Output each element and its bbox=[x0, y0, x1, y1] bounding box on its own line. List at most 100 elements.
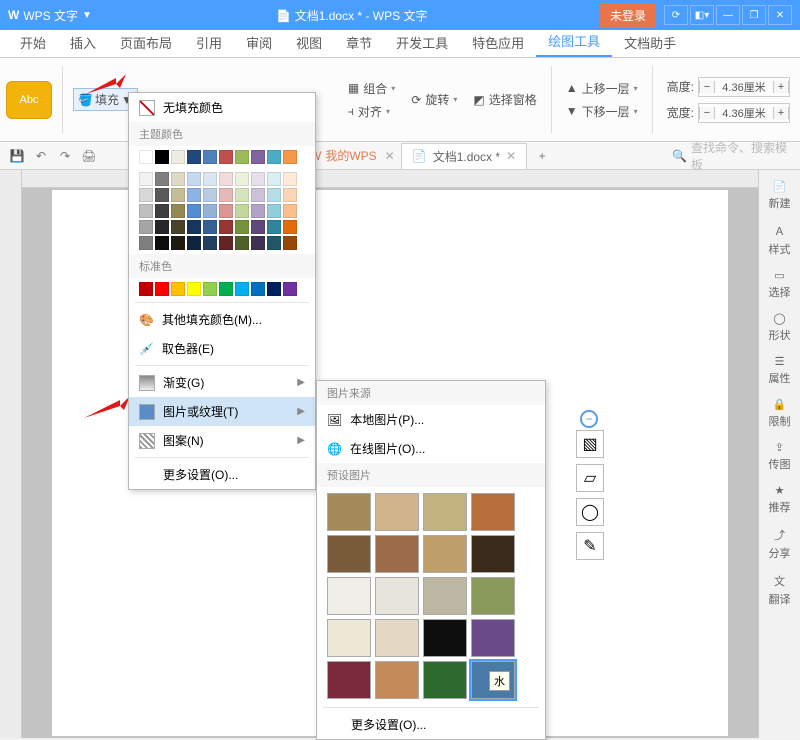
tab-dev[interactable]: 开发工具 bbox=[384, 28, 460, 57]
color-swatch[interactable] bbox=[187, 282, 201, 296]
color-swatch[interactable] bbox=[219, 204, 233, 218]
color-swatch[interactable] bbox=[155, 188, 169, 202]
close-icon[interactable]: ✕ bbox=[768, 5, 792, 25]
color-swatch[interactable] bbox=[139, 220, 153, 234]
qat-undo-icon[interactable]: ↶ bbox=[32, 147, 50, 165]
rp-upload[interactable]: ⇪传图 bbox=[769, 441, 791, 472]
color-swatch[interactable] bbox=[251, 282, 265, 296]
color-swatch[interactable] bbox=[267, 282, 281, 296]
command-search[interactable]: 🔍查找命令、搜索模板 bbox=[672, 139, 792, 173]
texture-swatch[interactable] bbox=[423, 661, 467, 699]
color-swatch[interactable] bbox=[203, 204, 217, 218]
color-swatch[interactable] bbox=[283, 172, 297, 186]
no-fill-item[interactable]: 无填充颜色 bbox=[129, 93, 315, 122]
color-swatch[interactable] bbox=[283, 150, 297, 164]
texture-swatch[interactable] bbox=[327, 535, 371, 573]
online-picture-item[interactable]: 🌐在线图片(O)... bbox=[317, 434, 545, 463]
color-swatch[interactable] bbox=[171, 150, 185, 164]
rp-limit[interactable]: 🔒限制 bbox=[769, 398, 791, 429]
tab-layout[interactable]: 页面布局 bbox=[108, 28, 184, 57]
tab-drawing-tools[interactable]: 绘图工具 bbox=[536, 26, 612, 57]
color-swatch[interactable] bbox=[283, 204, 297, 218]
tab-reference[interactable]: 引用 bbox=[184, 28, 234, 57]
color-swatch[interactable] bbox=[219, 282, 233, 296]
ft-fill[interactable]: ▧ bbox=[576, 430, 604, 458]
color-swatch[interactable] bbox=[203, 220, 217, 234]
color-swatch[interactable] bbox=[251, 150, 265, 164]
more-colors-item[interactable]: 🎨其他填充颜色(M)... bbox=[129, 305, 315, 334]
texture-swatch[interactable] bbox=[375, 661, 419, 699]
color-swatch[interactable] bbox=[203, 172, 217, 186]
color-swatch[interactable] bbox=[155, 220, 169, 234]
tab-chapter[interactable]: 章节 bbox=[334, 28, 384, 57]
local-picture-item[interactable]: 🖼本地图片(P)... bbox=[317, 405, 545, 434]
color-swatch[interactable] bbox=[251, 188, 265, 202]
color-swatch[interactable] bbox=[267, 236, 281, 250]
rotate-button[interactable]: ⟳旋转▾ bbox=[407, 89, 461, 110]
plus-icon[interactable]: + bbox=[773, 107, 789, 119]
color-swatch[interactable] bbox=[139, 188, 153, 202]
combine-button[interactable]: ▦组合▾ bbox=[344, 78, 399, 99]
rp-select[interactable]: ▭选择 bbox=[769, 269, 791, 300]
texture-swatch[interactable] bbox=[327, 619, 371, 657]
color-swatch[interactable] bbox=[251, 236, 265, 250]
color-swatch[interactable] bbox=[219, 150, 233, 164]
color-swatch[interactable] bbox=[235, 204, 249, 218]
pattern-item[interactable]: 图案(N)▶ bbox=[129, 426, 315, 455]
color-swatch[interactable] bbox=[235, 150, 249, 164]
width-value[interactable]: 4.36厘米 bbox=[715, 105, 773, 121]
color-swatch[interactable] bbox=[187, 150, 201, 164]
texture-swatch[interactable] bbox=[375, 535, 419, 573]
color-swatch[interactable] bbox=[219, 236, 233, 250]
color-swatch[interactable] bbox=[139, 150, 153, 164]
minus-icon[interactable]: − bbox=[699, 107, 715, 119]
new-tab-button[interactable]: + bbox=[533, 147, 551, 165]
color-swatch[interactable] bbox=[219, 172, 233, 186]
qat-save-icon[interactable]: 💾 bbox=[8, 147, 26, 165]
color-swatch[interactable] bbox=[251, 204, 265, 218]
more-settings-item[interactable]: 更多设置(O)... bbox=[129, 460, 315, 489]
tab-review[interactable]: 审阅 bbox=[234, 28, 284, 57]
tab-feature[interactable]: 特色应用 bbox=[460, 28, 536, 57]
ft-effect[interactable]: ✎ bbox=[576, 532, 604, 560]
color-swatch[interactable] bbox=[171, 188, 185, 202]
gradient-item[interactable]: 渐变(G)▶ bbox=[129, 368, 315, 397]
texture-swatch[interactable] bbox=[423, 619, 467, 657]
color-swatch[interactable] bbox=[171, 220, 185, 234]
texture-swatch[interactable] bbox=[471, 493, 515, 531]
rp-style[interactable]: Ａ样式 bbox=[769, 223, 791, 257]
align-button[interactable]: ⫞对齐▾ bbox=[344, 101, 399, 122]
color-swatch[interactable] bbox=[187, 172, 201, 186]
height-input[interactable]: − 4.36厘米 + bbox=[698, 77, 790, 97]
maximize-icon[interactable]: ❐ bbox=[742, 5, 766, 25]
rp-recommend[interactable]: ★推荐 bbox=[769, 484, 791, 515]
shape-style-preview[interactable]: Abc bbox=[6, 81, 52, 119]
color-swatch[interactable] bbox=[155, 204, 169, 218]
minimize-icon[interactable]: — bbox=[716, 5, 740, 25]
tab-start[interactable]: 开始 bbox=[8, 28, 58, 57]
height-value[interactable]: 4.36厘米 bbox=[715, 79, 773, 95]
color-swatch[interactable] bbox=[251, 172, 265, 186]
color-swatch[interactable] bbox=[267, 150, 281, 164]
color-swatch[interactable] bbox=[187, 236, 201, 250]
color-swatch[interactable] bbox=[171, 204, 185, 218]
color-swatch[interactable] bbox=[267, 172, 281, 186]
gear-dropdown-icon[interactable]: ◧▾ bbox=[690, 5, 714, 25]
texture-swatch[interactable] bbox=[375, 619, 419, 657]
color-swatch[interactable] bbox=[187, 220, 201, 234]
my-wps-tab[interactable]: W我的WPS✕ bbox=[310, 147, 395, 164]
texture-more-settings[interactable]: 更多设置(O)... bbox=[317, 710, 545, 739]
up-layer-button[interactable]: ▲上移一层▾ bbox=[562, 78, 642, 99]
rp-share[interactable]: ⤴分享 bbox=[769, 527, 791, 561]
color-swatch[interactable] bbox=[155, 172, 169, 186]
rp-props[interactable]: ☰属性 bbox=[769, 355, 791, 386]
qat-print-icon[interactable]: 🖨 bbox=[80, 147, 98, 165]
texture-swatch[interactable] bbox=[471, 535, 515, 573]
tab-doc-assist[interactable]: 文档助手 bbox=[612, 28, 688, 57]
qat-redo-icon[interactable]: ↷ bbox=[56, 147, 74, 165]
tab-view[interactable]: 视图 bbox=[284, 28, 334, 57]
color-swatch[interactable] bbox=[219, 220, 233, 234]
color-swatch[interactable] bbox=[203, 236, 217, 250]
ft-outline[interactable]: ▱ bbox=[576, 464, 604, 492]
color-swatch[interactable] bbox=[251, 220, 265, 234]
